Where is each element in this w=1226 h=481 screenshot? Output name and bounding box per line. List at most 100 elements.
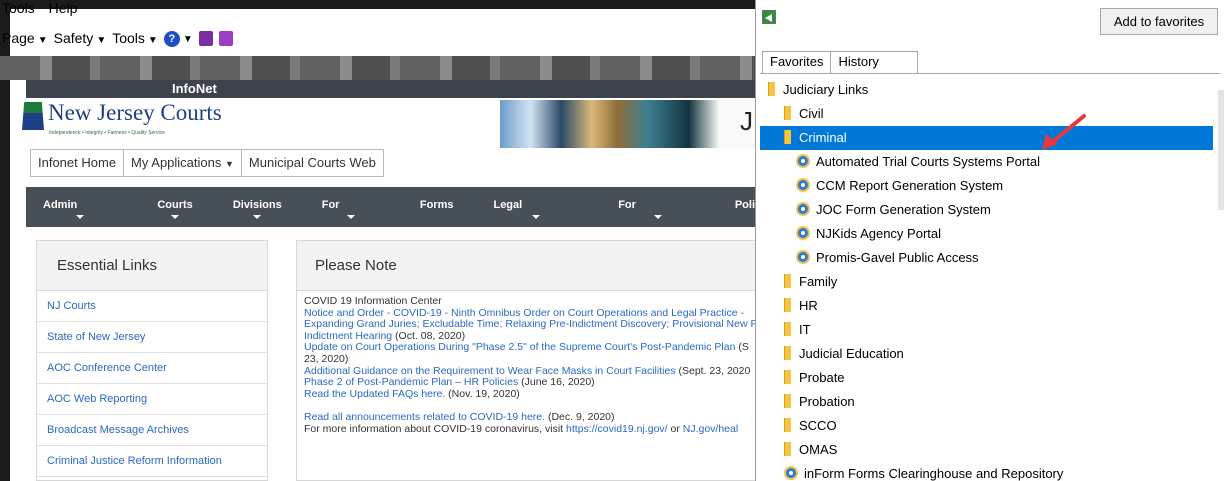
note-link[interactable]: Expanding Grand Juries; Excludable Time;…: [304, 318, 755, 330]
favorites-link[interactable]: CCM Report Generation System: [796, 174, 1003, 198]
note-link[interactable]: Indictment Hearing: [304, 330, 392, 342]
tab-favorites[interactable]: Favorites: [762, 51, 832, 73]
chevron-down-icon: ▼: [147, 35, 158, 46]
note-link[interactable]: Update on Court Operations During "Phase…: [304, 341, 735, 354]
scrollbar[interactable]: [1218, 90, 1224, 210]
nav-label: Courts: [157, 199, 193, 211]
favorites-folder[interactable]: HR: [784, 294, 818, 318]
nav-label: Forms: [419, 199, 454, 211]
favorites-link[interactable]: Automated Trial Courts Systems Portal: [796, 150, 1040, 174]
folder-icon: [784, 322, 791, 336]
essential-link[interactable]: Broadcast Message Archives: [37, 415, 267, 446]
tab-municipal-courts-web[interactable]: Municipal Courts Web: [242, 150, 383, 176]
nav-forms[interactable]: Forms: [420, 187, 454, 227]
dropdown-arrow-icon: [531, 215, 540, 219]
favorites-item-label: NJKids Agency Portal: [816, 226, 942, 241]
favorites-item-label: CCM Report Generation System: [816, 178, 1004, 193]
nav-courts[interactable]: Courts: [157, 187, 193, 227]
note-text: (June 16, 2020): [518, 376, 595, 389]
help-icon: ?: [163, 31, 180, 47]
note-link[interactable]: NJ.gov/heal: [683, 423, 738, 435]
please-note-panel: Please Note COVID 19 Information Center …: [296, 240, 755, 481]
favorites-toolbar: Add to favorites: [756, 0, 1226, 42]
nav-label: Divisions: [232, 199, 282, 211]
safety-menu-button[interactable]: Safety ▼: [54, 30, 107, 46]
favorites-folder[interactable]: Probate: [784, 366, 845, 390]
essential-link[interactable]: NJ Courts: [37, 291, 267, 322]
note-link[interactable]: Phase 2 of Post-Pandemic Plan – HR Polic…: [304, 376, 518, 388]
note-text: (Oct. 08, 2020): [392, 329, 466, 342]
onenote-icon[interactable]: [198, 30, 213, 46]
favorites-folder[interactable]: SCCO: [784, 414, 837, 438]
favorites-folder[interactable]: OMAS: [784, 438, 837, 462]
favorites-item-label: Judiciary Links: [783, 82, 869, 97]
nav-divisions[interactable]: Divisions: [233, 187, 282, 227]
logo-name: New Jersey Courts: [48, 100, 222, 125]
favorites-item-label: inForm Forms Clearinghouse and Repositor…: [804, 466, 1064, 481]
main-nav: Admin Offices Courts Divisions For Judge…: [26, 187, 755, 247]
note-link[interactable]: Read the Updated FAQs here.: [304, 388, 445, 400]
nav-for-employees[interactable]: For Employees: [618, 187, 697, 247]
chevron-down-icon: ▼: [225, 159, 234, 169]
folder-icon: [768, 82, 775, 96]
onenote-linked-icon[interactable]: [218, 30, 233, 46]
favorites-folder[interactable]: Criminal: [760, 126, 1213, 150]
top-tabs: Infonet Home My Applications ▼ Municipal…: [30, 149, 384, 177]
add-to-favorites-button[interactable]: Add to favorites: [1100, 8, 1218, 35]
favorites-link[interactable]: JOC Form Generation System: [796, 198, 991, 222]
favorites-folder[interactable]: Judiciary Links: [768, 78, 868, 102]
favorites-folder[interactable]: IT: [784, 318, 811, 342]
note-link[interactable]: Additional Guidance on the Requirement t…: [304, 365, 676, 377]
tab-my-applications[interactable]: My Applications ▼: [124, 150, 242, 176]
note-link[interactable]: Read all announcements related to COVID-…: [304, 411, 545, 424]
logo-tagline: Independence • Integrity • Fairness • Qu…: [49, 130, 165, 136]
nav-admin-offices[interactable]: Admin Offices: [43, 187, 117, 247]
nav-policies[interactable]: Poli: [735, 187, 755, 227]
note-link[interactable]: https://covid19.nj.gov/: [566, 423, 668, 435]
note-text: For more information about COVID-19 coro…: [304, 422, 567, 435]
ie-page-icon: [796, 154, 810, 168]
note-link[interactable]: Notice and Order - COVID-19 - Ninth Omni…: [304, 307, 744, 319]
menu-help[interactable]: Help: [49, 0, 78, 16]
dropdown-arrow-icon: [253, 215, 262, 219]
favorites-folder[interactable]: Probation: [784, 390, 855, 414]
dropdown-arrow-icon: [76, 215, 85, 219]
ie-page-icon: [796, 178, 810, 192]
chevron-down-icon: ▼: [37, 35, 48, 46]
tab-infonet-home[interactable]: Infonet Home: [31, 150, 125, 176]
essential-links-panel: Essential Links NJ Courts State of New J…: [36, 240, 268, 481]
favorites-item-label: Promis-Gavel Public Access: [816, 250, 979, 265]
folder-icon: [784, 346, 791, 360]
page-menu-button[interactable]: Page ▼: [2, 30, 48, 46]
page-menu-label: Page: [2, 30, 35, 46]
infonet-bar: InfoNet: [26, 80, 755, 98]
favorites-item-label: IT: [799, 322, 811, 337]
favorites-item-label: JOC Form Generation System: [816, 202, 991, 217]
favorites-link[interactable]: NJKids Agency Portal: [796, 222, 941, 246]
favorites-link[interactable]: inForm Forms Clearinghouse and Repositor…: [784, 462, 1063, 481]
nav-label: Poli: [734, 199, 755, 211]
folder-icon: [784, 418, 791, 432]
tools-menu-label: Tools: [112, 30, 145, 46]
essential-link[interactable]: Criminal Justice Reform Information: [37, 446, 267, 477]
favorites-folder[interactable]: Judicial Education: [784, 342, 904, 366]
site-logo[interactable]: New Jersey Courts Independence • Integri…: [22, 100, 252, 148]
tools-menu-button[interactable]: Tools ▼: [112, 30, 158, 46]
essential-link[interactable]: AOC Web Reporting: [37, 384, 267, 415]
nav-for-judges[interactable]: For Judges: [322, 187, 381, 247]
favorites-link[interactable]: Promis-Gavel Public Access: [796, 246, 979, 270]
chevron-down-icon: ▼: [182, 34, 193, 45]
menu-tools[interactable]: Tools: [2, 0, 35, 16]
back-arrow-icon[interactable]: [762, 10, 776, 24]
favorites-folder[interactable]: Civil: [784, 102, 824, 126]
help-menu-button[interactable]: ? ▼: [163, 29, 193, 47]
red-arrow-annotation: [1042, 114, 1086, 150]
note-line: For more information about COVID-19 coro…: [304, 422, 755, 436]
essential-link[interactable]: AOC Conference Center: [37, 353, 267, 384]
folder-icon: [784, 274, 791, 288]
favorites-folder[interactable]: Family: [784, 270, 837, 294]
tab-history[interactable]: History: [830, 51, 919, 73]
nav-legal-reference[interactable]: Legal Reference: [493, 187, 578, 247]
ie-page-icon: [796, 226, 810, 240]
essential-link[interactable]: State of New Jersey: [37, 322, 267, 353]
